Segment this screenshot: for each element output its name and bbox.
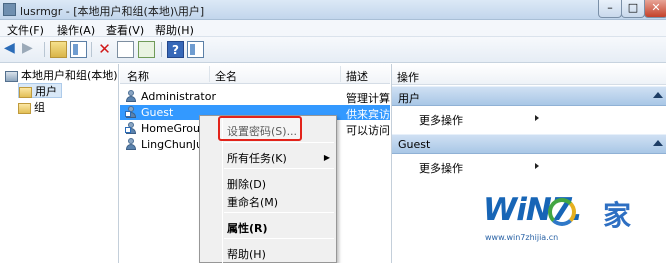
watermark-url: www.win7zhijia.cn <box>485 233 559 242</box>
watermark-jia-text: 家 <box>603 199 632 232</box>
row-name: Guest <box>141 106 174 119</box>
menu-bar: 文件(F) 操作(A) 查看(V) 帮助(H) <box>0 20 666 37</box>
column-description[interactable]: 描述 <box>346 68 368 84</box>
section-title: Guest <box>398 138 431 151</box>
tree-item-label: 用户 <box>35 85 57 98</box>
row-description: 供来宾访 <box>346 108 390 121</box>
tree-item-groups[interactable]: 组 <box>18 100 45 115</box>
menu-item-help[interactable]: 帮助(H) <box>227 246 266 262</box>
menu-separator <box>224 168 334 169</box>
menu-item-properties[interactable]: 属性(R) <box>227 220 268 236</box>
section-users[interactable]: 用户 <box>392 86 666 106</box>
section-guest[interactable]: Guest <box>392 134 666 154</box>
actions-title: 操作 <box>397 71 419 84</box>
collapse-icon[interactable] <box>653 92 663 98</box>
user-icon <box>125 90 138 103</box>
toolbar-separator <box>91 42 92 57</box>
more-actions-users[interactable]: 更多操作 <box>419 112 539 128</box>
chevron-right-icon <box>535 163 539 169</box>
site-watermark: WiN7. 家 www.win7zhijia.cn <box>478 192 666 263</box>
menu-separator <box>224 238 334 239</box>
user-icon <box>125 138 138 151</box>
computer-icon <box>5 70 18 82</box>
forward-icon[interactable]: ▶ <box>22 41 39 58</box>
section-title: 用户 <box>398 92 420 105</box>
menu-separator <box>224 142 334 143</box>
windows-logo-icon <box>548 198 576 226</box>
chevron-right-icon <box>535 115 539 121</box>
column-divider[interactable] <box>340 66 341 82</box>
submenu-arrow-icon: ▶ <box>323 153 330 162</box>
menu-action[interactable]: 操作(A) <box>57 22 95 38</box>
toolbar-separator <box>161 42 162 57</box>
maximize-button[interactable]: □ <box>621 0 645 18</box>
row-name: LingChunJu <box>141 138 203 151</box>
disabled-user-icon <box>125 106 138 119</box>
menu-view[interactable]: 查看(V) <box>106 22 144 38</box>
tree-root-label: 本地用户和组(本地) <box>21 69 118 82</box>
menu-help[interactable]: 帮助(H) <box>155 22 194 38</box>
more-actions-guest[interactable]: 更多操作 <box>419 160 539 176</box>
export-list-icon[interactable] <box>138 41 155 58</box>
actions-header: 操作 <box>392 64 666 85</box>
properties-icon[interactable] <box>117 41 134 58</box>
help-icon[interactable]: ? <box>167 41 184 58</box>
tree-item-users[interactable]: 用户 <box>18 83 62 98</box>
app-icon <box>3 3 16 16</box>
disabled-user-icon <box>125 122 138 135</box>
row-description: 可以访问 <box>346 124 390 137</box>
row-name: HomeGroup <box>141 122 207 135</box>
up-folder-icon[interactable] <box>50 41 67 58</box>
menu-item-all-tasks[interactable]: 所有任务(K) <box>227 150 287 166</box>
title-bar: lusrmgr - [本地用户和组(本地)\用户] – □ ✕ <box>0 0 666 20</box>
toolbar: ◀ ▶ ✕ ? <box>0 37 666 63</box>
folder-icon <box>19 86 32 98</box>
more-actions-label: 更多操作 <box>419 114 463 127</box>
show-tree-icon[interactable] <box>70 41 87 58</box>
delete-icon[interactable]: ✕ <box>96 41 113 58</box>
menu-item-rename[interactable]: 重命名(M) <box>227 194 278 210</box>
tree-root[interactable]: 本地用户和组(本地) <box>5 68 118 83</box>
show-action-pane-icon[interactable] <box>187 41 204 58</box>
menu-file[interactable]: 文件(F) <box>7 22 44 38</box>
table-row[interactable]: Administrator 管理计算 <box>120 89 390 105</box>
tree-pane: 本地用户和组(本地) 用户 组 <box>0 64 119 263</box>
tree-item-label: 组 <box>34 101 45 114</box>
column-name[interactable]: 名称 <box>127 68 149 84</box>
folder-icon <box>18 102 31 114</box>
window-title: lusrmgr - [本地用户和组(本地)\用户] <box>20 5 205 18</box>
more-actions-label: 更多操作 <box>419 162 463 175</box>
column-divider[interactable] <box>209 66 210 82</box>
column-fullname[interactable]: 全名 <box>215 68 237 84</box>
menu-separator <box>224 212 334 213</box>
row-description: 管理计算 <box>346 92 390 105</box>
row-name: Administrator <box>141 90 216 103</box>
toolbar-separator <box>44 42 45 57</box>
list-header: 名称 全名 描述 <box>120 64 390 84</box>
annotation-highlight-box <box>218 116 302 141</box>
close-button[interactable]: ✕ <box>644 0 666 18</box>
menu-item-delete[interactable]: 删除(D) <box>227 176 266 192</box>
collapse-icon[interactable] <box>653 140 663 146</box>
back-icon[interactable]: ◀ <box>4 41 21 58</box>
minimize-button[interactable]: – <box>598 0 622 18</box>
